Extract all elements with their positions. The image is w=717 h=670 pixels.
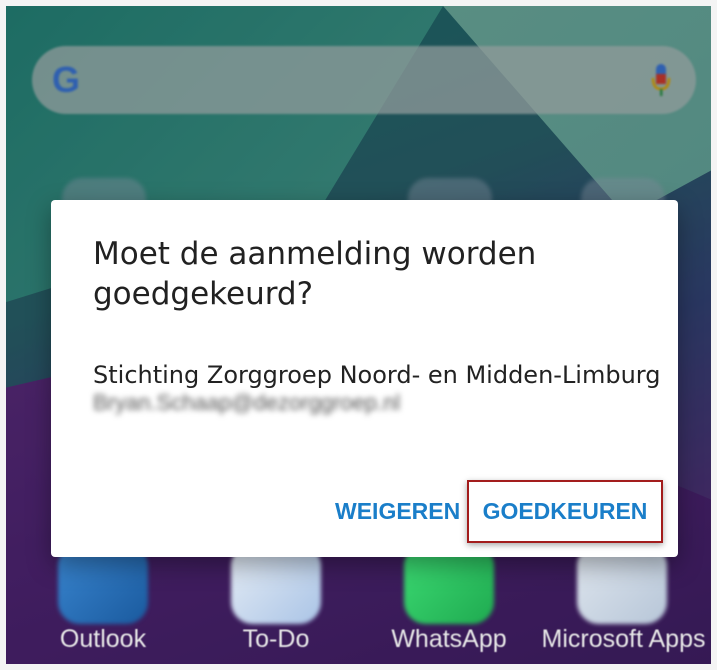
dock-label-whatsapp: WhatsApp <box>391 625 507 653</box>
approval-dialog: Moet de aanmelding worden goedgekeurd? S… <box>51 200 678 557</box>
dialog-title: Moet de aanmelding worden goedgekeurd? <box>93 236 537 312</box>
dock-label-outlook: Outlook <box>59 625 147 653</box>
deny-button[interactable]: WEIGEREN <box>323 488 472 534</box>
approve-button[interactable]: GOEDKEUREN <box>469 488 661 534</box>
account-email: Bryan.Schaap@dezorggroep.nl <box>93 390 401 415</box>
dock-label-todo: To-Do <box>242 625 310 653</box>
organization-name: Stichting Zorggroep Noord- en Midden-Lim… <box>93 361 661 389</box>
dock-label-microsoft-apps: Microsoft Apps <box>541 625 706 653</box>
